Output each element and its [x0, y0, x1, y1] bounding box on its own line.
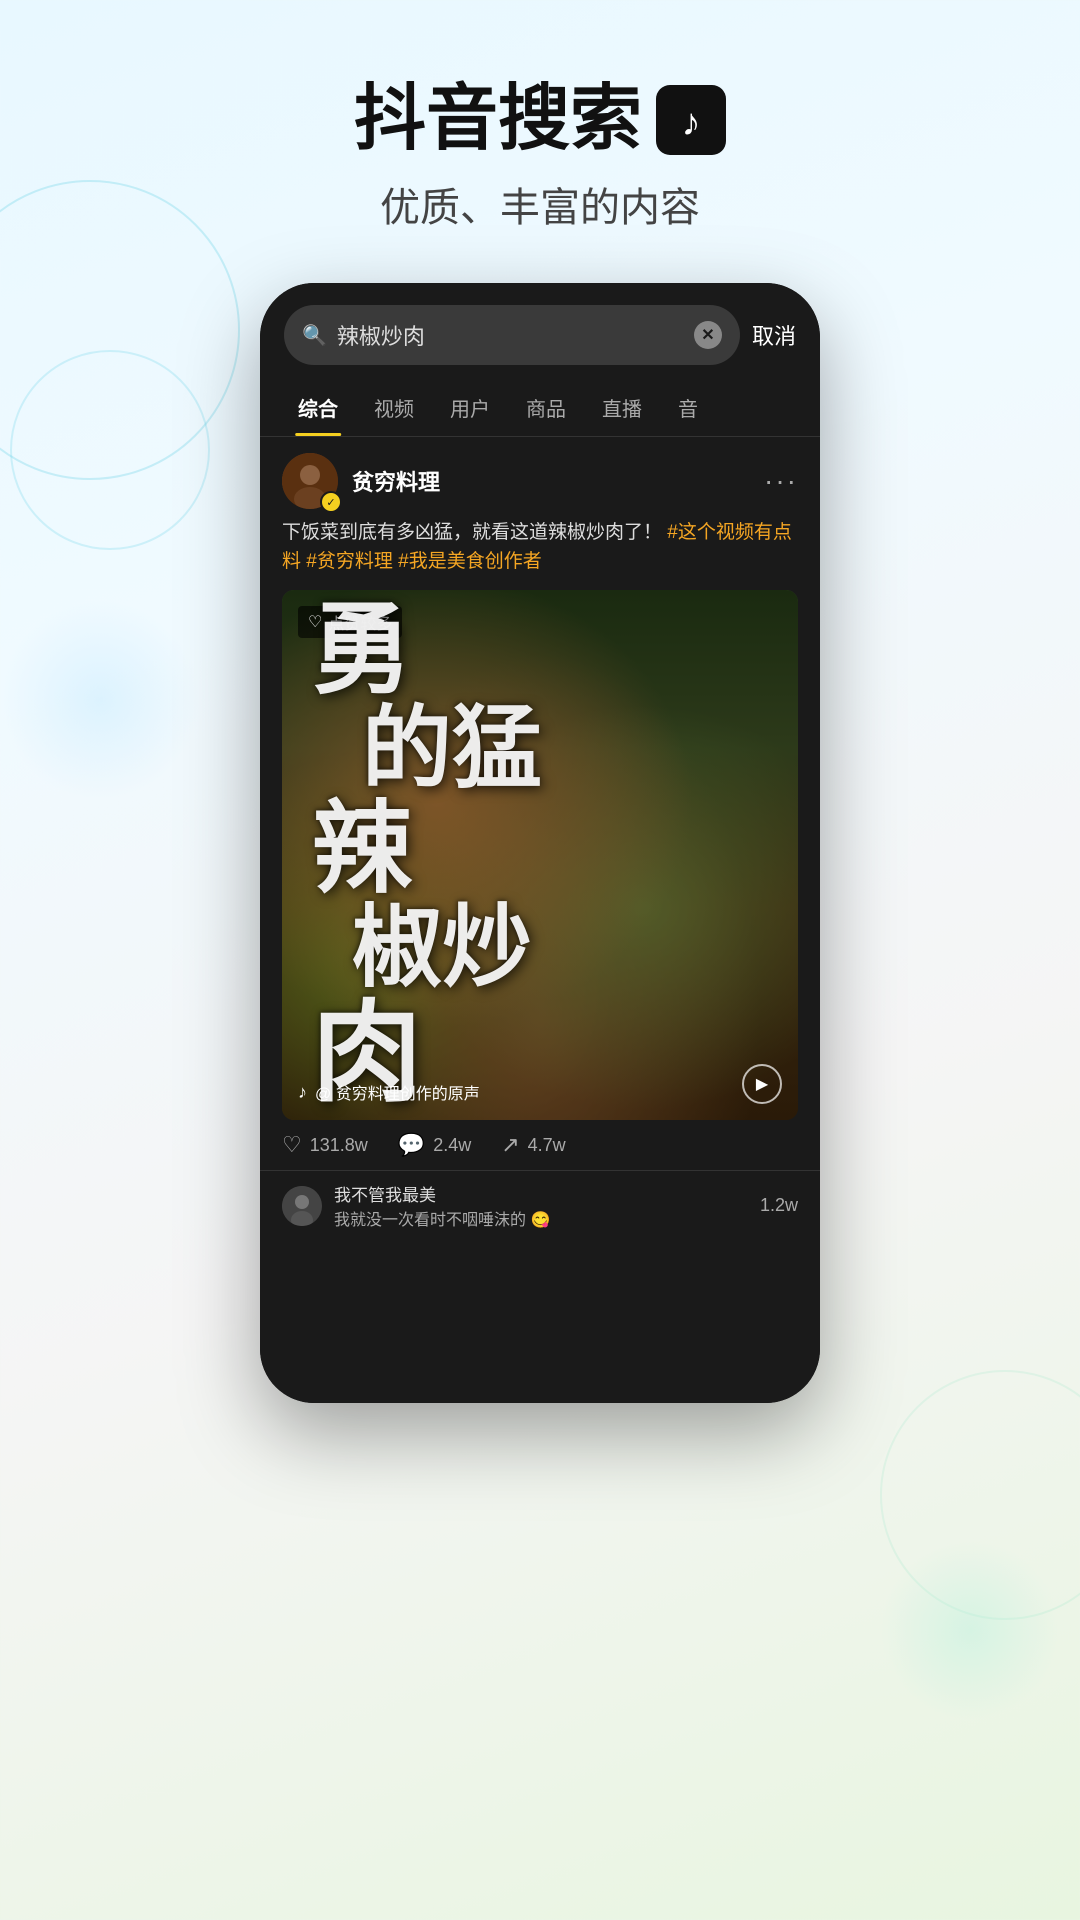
tab-comprehensive[interactable]: 综合 [280, 379, 356, 436]
video-char-3: 辣 [312, 794, 412, 905]
commenter-avatar [282, 1186, 322, 1226]
search-query-text: 辣椒炒肉 [337, 319, 684, 351]
tiktok-sound-icon: ♪ [298, 1082, 307, 1103]
tab-video[interactable]: 视频 [356, 379, 432, 436]
tab-audio[interactable]: 音 [660, 379, 716, 436]
author-verified-badge: ✓ [320, 491, 342, 513]
post-description: 下饭菜到底有多凶猛，就看这道辣椒炒肉了！ #这个视频有点料 #贫穷料理 #我是美… [260, 519, 820, 590]
video-char-2: 的猛 [362, 703, 542, 798]
search-input-wrap[interactable]: 🔍 辣椒炒肉 ✕ [284, 305, 740, 365]
video-thumbnail[interactable]: 点赞较多 勇 的猛 辣 椒炒 [282, 590, 798, 1120]
comment-count: 2.4w [433, 1135, 471, 1156]
comment-body-text: 我就没一次看时不咽唾沫的 😋 [334, 1206, 748, 1230]
like-icon: ♡ [282, 1132, 302, 1158]
search-cancel-button[interactable]: 取消 [752, 319, 796, 351]
app-title-text: 抖音搜索 [354, 80, 642, 159]
sound-label: @ 贫穷料理创作的原声 [315, 1080, 480, 1104]
phone-screen: 🔍 辣椒炒肉 ✕ 取消 综合 视频 用户 商品 [260, 283, 820, 1403]
search-icon: 🔍 [302, 323, 327, 348]
author-name[interactable]: 贫穷料理 [352, 465, 440, 497]
more-options-button[interactable]: ··· [764, 465, 798, 497]
video-char-1: 勇 [312, 598, 412, 703]
like-button[interactable]: ♡ 131.8w [282, 1132, 368, 1158]
app-title: 抖音搜索 ♪ [0, 80, 1080, 159]
comment-engagement-count: 1.2w [760, 1195, 798, 1216]
post-author-row: ✓ 贫穷料理 ··· [260, 437, 820, 519]
video-char-4: 椒炒 [352, 899, 532, 998]
tab-product[interactable]: 商品 [508, 379, 584, 436]
search-clear-button[interactable]: ✕ [694, 321, 722, 349]
app-header: 抖音搜索 ♪ 优质、丰富的内容 [0, 0, 1080, 263]
like-count: 131.8w [310, 1135, 368, 1156]
phone-device: 🔍 辣椒炒肉 ✕ 取消 综合 视频 用户 商品 [260, 283, 820, 1403]
video-text-overlay: 勇 的猛 辣 椒炒 肉 [302, 650, 778, 1060]
comment-preview-row: 我不管我最美 我就没一次看时不咽唾沫的 😋 1.2w [260, 1170, 820, 1240]
share-icon: ↗ [501, 1132, 519, 1158]
comment-button[interactable]: 💬 2.4w [398, 1132, 471, 1158]
interaction-bar: ♡ 131.8w 💬 2.4w ↗ 4.7w [260, 1120, 820, 1170]
bg-decoration-blob [880, 1540, 1060, 1720]
phone-mockup-container: 🔍 辣椒炒肉 ✕ 取消 综合 视频 用户 商品 [0, 283, 1080, 1403]
comment-text-area: 我不管我最美 我就没一次看时不咽唾沫的 😋 [334, 1181, 748, 1230]
search-bar: 🔍 辣椒炒肉 ✕ 取消 [260, 283, 820, 379]
share-button[interactable]: ↗ 4.7w [501, 1132, 565, 1158]
comment-icon: 💬 [398, 1132, 425, 1158]
hashtag-3[interactable]: #我是美食创作者 [398, 551, 542, 572]
tiktok-logo-icon: ♪ [656, 85, 726, 155]
app-subtitle: 优质、丰富的内容 [0, 175, 1080, 233]
play-button[interactable]: ▶ [742, 1064, 782, 1104]
share-count: 4.7w [528, 1135, 566, 1156]
search-results: ✓ 贫穷料理 ··· 下饭菜到底有多凶猛，就看这道辣椒炒肉了！ #这个视频有点料… [260, 437, 820, 1403]
search-tabs: 综合 视频 用户 商品 直播 音 [260, 379, 820, 437]
tab-user[interactable]: 用户 [432, 379, 508, 436]
hashtag-2[interactable]: #贫穷料理 [306, 551, 398, 572]
sound-info-bar: ♪ @ 贫穷料理创作的原声 [298, 1080, 480, 1104]
post-description-text: 下饭菜到底有多凶猛，就看这道辣椒炒肉了！ [282, 522, 662, 543]
svg-text:♪: ♪ [682, 102, 701, 144]
tab-live[interactable]: 直播 [584, 379, 660, 436]
commenter-name: 我不管我最美 [334, 1181, 748, 1206]
author-avatar: ✓ [282, 453, 338, 509]
